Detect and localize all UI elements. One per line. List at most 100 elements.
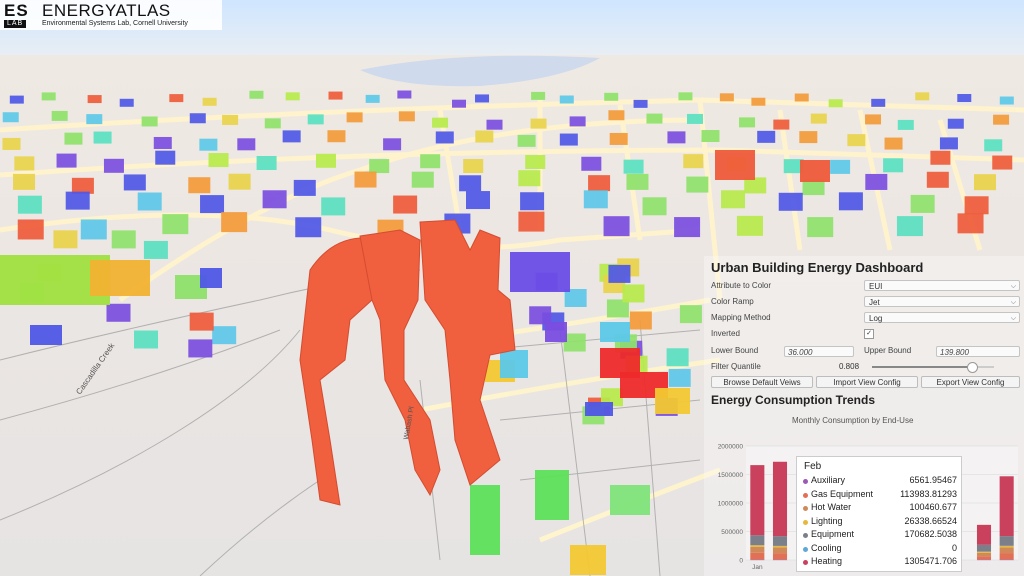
building-block [65,191,90,210]
building-block [686,176,709,193]
building-block [153,136,172,149]
lower-bound-input[interactable]: 36.000 [784,346,854,357]
building-block [926,171,949,188]
building-block [545,322,567,342]
building-block [463,158,484,173]
building-block [667,131,686,144]
building-block [393,195,418,214]
inverted-label: Inverted [711,329,740,338]
browse-default-views-button[interactable]: Browse Default Veiws [711,376,813,388]
bar-segment [750,552,765,560]
mapping-method-select[interactable]: Log ⌵ [864,312,1020,323]
building-block [957,213,984,234]
building-block [256,156,277,171]
upper-bound-input[interactable]: 139.800 [936,346,1020,357]
building-block [365,94,380,103]
building-block [701,130,720,143]
tooltip-row: Lighting 26338.66524 [803,516,957,529]
building-block [604,92,619,101]
building-block [610,485,650,515]
building-block [608,110,625,121]
color-ramp-select[interactable]: Jet ⌵ [864,296,1020,307]
filter-quantile-slider[interactable] [872,362,994,373]
building-block [119,98,134,107]
tooltip-row: Cooling 0 [803,543,957,556]
y-tick-label: 0 [739,558,743,565]
building-block [715,150,755,180]
building-block [666,348,689,367]
building-block [993,114,1010,125]
building-block [736,215,763,236]
upper-bound-label: Upper Bound [864,346,912,355]
building-block [623,159,644,174]
bar-segment [999,476,1014,537]
building-block [2,112,19,123]
building-block [398,111,415,122]
building-block [189,312,214,331]
building-block [739,117,756,128]
building-block [778,192,803,211]
trends-title: Energy Consumption Trends [711,393,876,407]
building-block [525,154,546,169]
building-block [569,116,586,127]
bar-segment [750,465,765,536]
bar-segment [999,536,1014,546]
import-view-config-button[interactable]: Import View Config [816,376,918,388]
building-block [600,322,630,342]
building-block [646,113,663,124]
building-block [668,368,691,387]
logo-es-text: ES [4,1,29,20]
building-block [828,99,843,108]
bar-segment [999,547,1014,554]
building-block [64,132,83,145]
building-block [188,177,211,194]
building-block [930,150,951,165]
building-block [51,110,68,121]
legend-dot-icon [803,506,808,511]
color-ramp-select-value: Jet [869,298,880,307]
lab-logo: ES LAB ENERGYATLAS Environmental Systems… [0,0,222,30]
export-view-config-button[interactable]: Export View Config [921,376,1020,388]
building-block [315,153,336,168]
attribute-label: Attribute to Color [711,281,772,290]
tooltip-series-value: 1305471.706 [904,556,957,566]
building-block [199,138,218,151]
building-block [106,303,131,322]
building-block [807,217,834,238]
building-block [17,219,44,240]
building-block [897,119,914,130]
building-block [111,230,136,249]
tooltip-series-value: 26338.66524 [904,515,957,526]
building-block [222,114,239,125]
building-block [383,138,402,151]
slider-thumb[interactable] [966,362,978,373]
tooltip-series-name: Hot Water [811,502,852,512]
building-block [71,177,94,194]
building-block [535,470,569,520]
tooltip-series-value: 113983.81293 [900,488,957,499]
building-block [794,93,809,102]
tooltip-series-name: Equipment [811,529,855,539]
building-block [9,95,24,104]
inverted-checkbox[interactable]: ✓ [864,329,874,339]
building-block [162,214,189,235]
building-block [228,173,251,190]
building-block [609,132,628,145]
bar-segment [976,556,992,560]
building-block [999,96,1014,105]
legend-dot-icon [803,479,808,484]
building-block [452,99,467,108]
attribute-select[interactable]: EUI ⌵ [864,280,1020,291]
bar-segment [772,461,788,537]
building-block [984,139,1003,152]
building-block [249,90,264,99]
building-block [93,131,112,144]
x-tick-label: Jan [752,564,763,571]
building-block [588,175,611,192]
tooltip-row: Auxiliary 6561.95467 [803,475,957,488]
bar-segment [750,559,765,561]
bar-segment [750,535,765,546]
building-block [800,160,830,182]
building-block [973,174,996,191]
bar-segment [976,551,992,553]
